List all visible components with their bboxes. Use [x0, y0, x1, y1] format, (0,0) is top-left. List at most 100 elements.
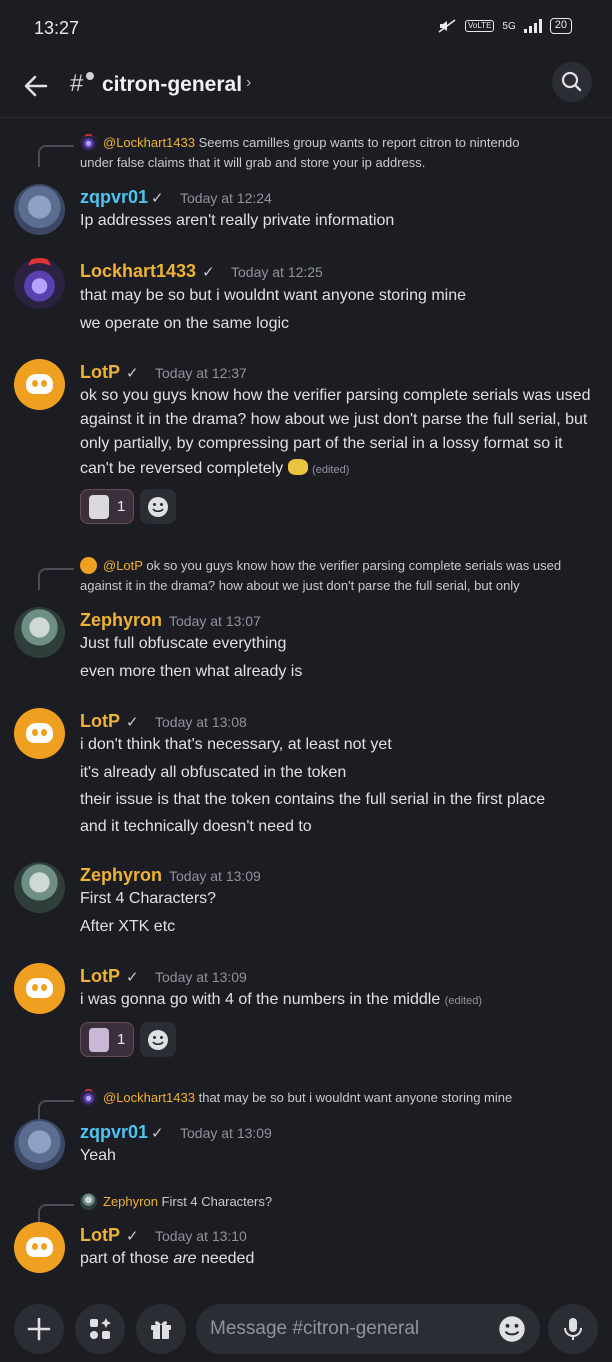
avatar[interactable]	[14, 607, 65, 658]
message[interactable]: LotP ✓ Today at 12:37 ok so you guys kno…	[0, 359, 612, 529]
username[interactable]: LotP	[80, 966, 120, 987]
status-time: 13:27	[34, 18, 80, 38]
reply-preview[interactable]: @Lockhart1433 that may be so but i would…	[0, 1088, 612, 1122]
channel-header: # citron-general ›	[0, 58, 612, 118]
timestamp: Today at 12:25	[231, 264, 323, 280]
add-attachment-button[interactable]	[14, 1304, 64, 1354]
composer-bar	[0, 1290, 612, 1362]
channel-title[interactable]: citron-general	[102, 73, 242, 97]
emoji-icon[interactable]	[498, 1315, 526, 1343]
username[interactable]: Lockhart1433	[80, 261, 196, 282]
reaction-count: 1	[117, 498, 126, 515]
status-icons: VoLTE 5G 20	[437, 18, 572, 34]
avatar[interactable]	[14, 963, 65, 1014]
reply-preview[interactable]: Zephyron First 4 Characters?	[0, 1192, 612, 1226]
emoji-icon	[148, 496, 168, 517]
add-reaction-button[interactable]	[140, 1022, 176, 1057]
search-icon	[561, 71, 582, 92]
discord-logo-icon	[26, 978, 53, 998]
reply-text: that may be so but i wouldnt want anyone…	[198, 1090, 513, 1105]
username[interactable]: zqpvr01	[80, 187, 148, 208]
mute-icon	[438, 19, 456, 33]
status-bar: 13:27 VoLTE 5G 20	[0, 0, 612, 58]
network-label: 5G	[502, 20, 516, 32]
message-text: against it in the drama? how about we ju…	[80, 411, 588, 428]
reply-author: @LotP	[103, 558, 143, 573]
message[interactable]: Lockhart1433 ✓ Today at 12:25 that may b…	[0, 258, 612, 338]
voice-message-button[interactable]	[548, 1304, 598, 1354]
check-icon: ✓	[151, 190, 164, 207]
reply-preview[interactable]: @Lockhart1433 Seems camilles group wants…	[0, 133, 612, 175]
message-text: even more then what already is	[80, 663, 303, 680]
reply-spine	[38, 568, 74, 590]
check-icon: ✓	[151, 1125, 164, 1142]
message-text-part: part of those	[80, 1250, 174, 1267]
plus-icon	[27, 1317, 51, 1341]
message[interactable]: Zephyron Today at 13:07 Just full obfusc…	[0, 607, 612, 687]
reply-preview[interactable]: @LotP ok so you guys know how the verifi…	[0, 556, 612, 598]
message-input-box[interactable]	[196, 1304, 540, 1354]
message[interactable]: LotP ✓ Today at 13:09 i was gonna go wit…	[0, 963, 612, 1063]
timestamp: Today at 13:07	[169, 613, 261, 629]
reply-text: First 4 Characters?	[161, 1194, 273, 1209]
message[interactable]: LotP ✓ Today at 13:10 part of those are …	[0, 1222, 612, 1277]
reply-spine	[38, 145, 74, 167]
reaction-count: 1	[117, 1031, 126, 1048]
message[interactable]: zqpvr01 ✓ Today at 12:24 Ip addresses ar…	[0, 184, 612, 244]
check-icon: ✓	[126, 714, 139, 731]
message-text-part: needed	[196, 1250, 255, 1267]
username[interactable]: zqpvr01	[80, 1122, 148, 1143]
message-text: Ip addresses aren't really private infor…	[80, 212, 395, 229]
message-text: and it technically doesn't need to	[80, 818, 312, 835]
message-text: only partially, by compressing part of t…	[80, 435, 563, 452]
message[interactable]: LotP ✓ Today at 13:08 i don't think that…	[0, 708, 612, 838]
discord-logo-icon	[26, 723, 53, 743]
emoji-icon	[148, 1029, 168, 1050]
reaction-pill[interactable]: 1	[80, 1022, 135, 1057]
avatar[interactable]	[14, 258, 65, 309]
edited-label: (edited)	[312, 464, 350, 476]
timestamp: Today at 13:09	[180, 1125, 272, 1141]
timestamp: Today at 13:10	[155, 1228, 247, 1244]
message-text: it's already all obfuscated in the token	[80, 764, 347, 781]
apps-button[interactable]	[75, 1304, 125, 1354]
battery-icon: 20	[549, 18, 572, 34]
reply-author: Zephyron	[103, 1194, 158, 1209]
chevron-right-icon[interactable]: ›	[246, 74, 251, 92]
username[interactable]: LotP	[80, 711, 120, 732]
back-button[interactable]	[20, 70, 52, 102]
message-text: that may be so but i wouldnt want anyone…	[80, 287, 466, 304]
reaction-emoji-icon	[89, 494, 109, 519]
username[interactable]: LotP	[80, 362, 120, 383]
custom-emoji-icon	[287, 459, 308, 475]
avatar[interactable]	[14, 184, 65, 235]
search-button[interactable]	[552, 62, 592, 102]
channel-hash-icon: #	[70, 70, 84, 97]
username[interactable]: Zephyron	[80, 610, 162, 631]
reply-text: Seems camilles group wants to report cit…	[198, 135, 520, 150]
check-icon: ✓	[202, 264, 215, 281]
message[interactable]: Zephyron Today at 13:09 First 4 Characte…	[0, 862, 612, 942]
avatar[interactable]	[14, 1119, 65, 1170]
avatar[interactable]	[14, 862, 65, 913]
username[interactable]: Zephyron	[80, 865, 162, 886]
avatar[interactable]	[14, 708, 65, 759]
message-text: ok so you guys know how the verifier par…	[80, 387, 591, 404]
reply-text-cont: against it in the drama? how about we ju…	[80, 578, 520, 593]
avatar[interactable]	[14, 1222, 65, 1273]
timestamp: Today at 12:24	[180, 190, 272, 206]
avatar[interactable]	[14, 359, 65, 410]
reply-avatar	[80, 1193, 97, 1210]
discord-logo-icon	[26, 1237, 53, 1257]
reaction-pill[interactable]: 1	[80, 489, 135, 524]
username[interactable]: LotP	[80, 1225, 120, 1246]
reply-avatar	[80, 1089, 97, 1106]
timestamp: Today at 12:37	[155, 365, 247, 381]
check-icon: ✓	[126, 969, 139, 986]
gift-button[interactable]	[136, 1304, 186, 1354]
reply-author: @Lockhart1433	[103, 1090, 195, 1105]
message-input[interactable]	[210, 1304, 480, 1354]
reply-avatar	[80, 134, 97, 151]
add-reaction-button[interactable]	[140, 489, 176, 524]
message[interactable]: zqpvr01 ✓ Today at 13:09 Yeah	[0, 1119, 612, 1174]
